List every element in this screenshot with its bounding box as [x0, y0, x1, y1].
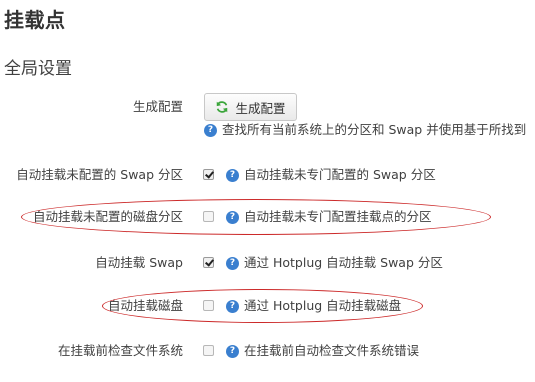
checkmark-icon	[205, 257, 214, 267]
option-checkbox[interactable]	[203, 300, 214, 311]
generate-config-label: 生成配置	[132, 99, 183, 114]
option-row-auto-mount: 自动挂载磁盘 ? 通过 Hotplug 自动挂载磁盘	[0, 297, 535, 337]
option-row-auto-swap: 自动挂载 Swap ? 通过 Hotplug 自动挂载 Swap 分区	[0, 254, 535, 294]
option-help: 通过 Hotplug 自动挂载磁盘	[244, 298, 402, 313]
option-label: 在挂载前检查文件系统	[57, 343, 183, 358]
page-title: 挂载点	[4, 8, 66, 32]
option-checkbox[interactable]	[203, 257, 214, 268]
refresh-icon	[217, 101, 228, 113]
generate-config-button[interactable]: 生成配置	[204, 93, 297, 121]
option-row-auto-mount-unconfigured: 自动挂载未配置的磁盘分区 ? 自动挂载未专门配置挂载点的分区	[0, 208, 535, 248]
option-row-check-fs: 在挂载前检查文件系统 ? 在挂载前自动检查文件系统错误	[0, 342, 535, 382]
option-help: 在挂载前自动检查文件系统错误	[244, 343, 420, 358]
option-row-auto-swap-unconfigured: 自动挂载未配置的 Swap 分区 ? 自动挂载未专门配置的 Swap 分区	[0, 166, 535, 206]
option-help: 自动挂载未专门配置挂载点的分区	[244, 209, 432, 224]
checkmark-icon	[205, 169, 214, 179]
question-circle-icon: ?	[204, 124, 217, 137]
generate-config-help: 查找所有当前系统上的分区和 Swap 并使用基于所找到	[222, 122, 527, 137]
generate-config-button-label: 生成配置	[235, 100, 286, 116]
question-circle-icon: ?	[226, 345, 239, 358]
option-help: 自动挂载未专门配置的 Swap 分区	[244, 167, 436, 182]
option-label: 自动挂载未配置的磁盘分区	[32, 209, 183, 224]
option-help: 通过 Hotplug 自动挂载 Swap 分区	[244, 255, 443, 270]
option-checkbox[interactable]	[203, 345, 214, 356]
question-circle-icon: ?	[226, 169, 239, 182]
section-title: 全局设置	[4, 59, 72, 79]
question-circle-icon: ?	[226, 211, 239, 224]
option-label: 自动挂载磁盘	[107, 298, 183, 313]
option-label: 自动挂载未配置的 Swap 分区	[16, 167, 183, 182]
question-circle-icon: ?	[226, 300, 239, 313]
option-label: 自动挂载 Swap	[95, 255, 183, 270]
option-checkbox[interactable]	[203, 169, 214, 180]
question-circle-icon: ?	[226, 257, 239, 270]
option-checkbox[interactable]	[203, 211, 214, 222]
